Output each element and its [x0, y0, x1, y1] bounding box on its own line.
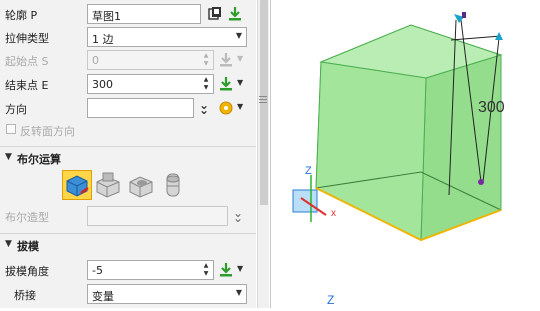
spin-arrows-icon[interactable]: ▲ ▼	[201, 262, 211, 278]
boolean-intersect-button[interactable]	[158, 170, 188, 200]
flip-face-checkbox[interactable]	[6, 124, 16, 134]
boolean-shape-field[interactable]	[87, 206, 228, 226]
property-panel: 轮廓 P 草图1 拉伸类型 1 边 ▼ 起始点 S 0 ▲ ▼ ▼ 结束点 E …	[0, 0, 256, 308]
profile-value: 草图1	[92, 10, 121, 23]
green-download-icon[interactable]	[227, 6, 243, 22]
bridge-label: 桥接	[14, 289, 36, 302]
direction-row: 方向 ⌄ ⌄ ▼	[0, 96, 256, 120]
end-point-value: 300	[92, 78, 113, 91]
start-point-field[interactable]: 0 ▲ ▼	[87, 50, 214, 70]
extrude-type-select[interactable]: 1 边 ▼	[87, 27, 247, 47]
flip-face-row: 反转面方向	[0, 120, 256, 140]
boolean-add-button[interactable]	[93, 170, 123, 200]
spin-arrows-icon[interactable]: ▲ ▼	[201, 52, 211, 68]
collapse-triangle-icon: ▼	[5, 239, 12, 249]
boolean-section-header[interactable]: ▼ 布尔运算	[0, 146, 256, 168]
start-point-label: 起始点 S	[5, 55, 49, 68]
bridge-value: 变量	[92, 290, 114, 303]
profile-field[interactable]: 草图1	[87, 4, 201, 24]
extrude-type-row: 拉伸类型 1 边 ▼	[0, 25, 256, 49]
handle-marker-icon	[462, 12, 466, 18]
extrude-type-label: 拉伸类型	[5, 32, 49, 45]
end-point-field[interactable]: 300 ▲ ▼	[87, 74, 214, 94]
options-arrow-icon[interactable]: ▼	[237, 264, 243, 273]
3d-viewport[interactable]: 300 Z x Z	[271, 0, 540, 308]
end-point-row: 结束点 E 300 ▲ ▼ ▼	[0, 72, 256, 96]
extrude-type-value: 1 边	[92, 33, 114, 46]
boolean-base-button[interactable]	[62, 170, 92, 200]
boolean-subtract-icon	[129, 176, 153, 198]
profile-row: 轮廓 P 草图1	[0, 2, 256, 26]
boolean-subtract-button[interactable]	[126, 170, 156, 200]
chevron-down-icon: ▼	[235, 288, 242, 297]
dimension-label[interactable]: 300	[478, 99, 505, 116]
yellow-target-icon[interactable]	[218, 100, 234, 116]
draft-angle-row: 拔模角度 -5 ▲ ▼ ▼	[0, 258, 256, 282]
options-arrow-icon: ▼	[237, 54, 244, 63]
boolean-shape-label: 布尔造型	[5, 211, 49, 224]
splitter-grip-icon[interactable]	[259, 94, 267, 104]
target-disabled-icon	[220, 53, 232, 67]
double-chevron-down-icon-2: ⌄	[199, 103, 210, 117]
chevron-down-icon: ▼	[235, 31, 242, 40]
boolean-intersect-icon	[166, 173, 180, 197]
green-download-icon[interactable]	[218, 76, 234, 92]
draft-section-header[interactable]: ▼ 拔模	[0, 233, 256, 255]
triad-z-label: Z	[305, 165, 312, 177]
draft-angle-value: -5	[92, 264, 103, 277]
direction-field[interactable]	[87, 98, 194, 118]
direction-label: 方向	[5, 103, 27, 116]
anchor-point-icon[interactable]	[478, 179, 484, 185]
draft-section-title: 拔模	[17, 240, 39, 253]
double-chevron-down-icon-2: ⌄	[233, 211, 244, 225]
boolean-section-title: 布尔运算	[17, 153, 61, 166]
start-point-row: 起始点 S 0 ▲ ▼ ▼	[0, 48, 256, 72]
options-arrow-icon[interactable]: ▼	[237, 102, 243, 111]
collapse-triangle-icon: ▼	[5, 152, 12, 162]
profile-label: 轮廓 P	[5, 9, 38, 22]
panel-scrollbar[interactable]	[257, 0, 269, 308]
options-arrow-icon[interactable]: ▼	[237, 78, 243, 87]
boolean-add-icon	[96, 172, 120, 198]
draft-angle-label: 拔模角度	[5, 265, 49, 278]
dimension-line-4	[450, 35, 502, 41]
spin-arrows-icon[interactable]: ▲ ▼	[201, 76, 211, 92]
start-point-value: 0	[92, 54, 99, 67]
solid-right-face	[420, 54, 502, 241]
draft-angle-field[interactable]: -5 ▲ ▼	[87, 260, 214, 280]
triad-x-label: x	[331, 208, 336, 219]
model-canvas[interactable]: 300 Z x Z	[271, 0, 540, 308]
boolean-shape-row: 布尔造型 ⌄ ⌄	[0, 204, 256, 228]
green-download-icon[interactable]	[218, 262, 234, 278]
flip-face-label: 反转面方向	[20, 125, 75, 138]
axis-z-label: Z	[327, 293, 334, 307]
bridge-select[interactable]: 变量 ▼	[87, 284, 247, 304]
boolean-base-icon	[66, 175, 89, 197]
bridge-row: 桥接 变量 ▼	[0, 282, 256, 306]
copy-icon[interactable]	[207, 6, 223, 22]
end-point-label: 结束点 E	[5, 79, 49, 92]
